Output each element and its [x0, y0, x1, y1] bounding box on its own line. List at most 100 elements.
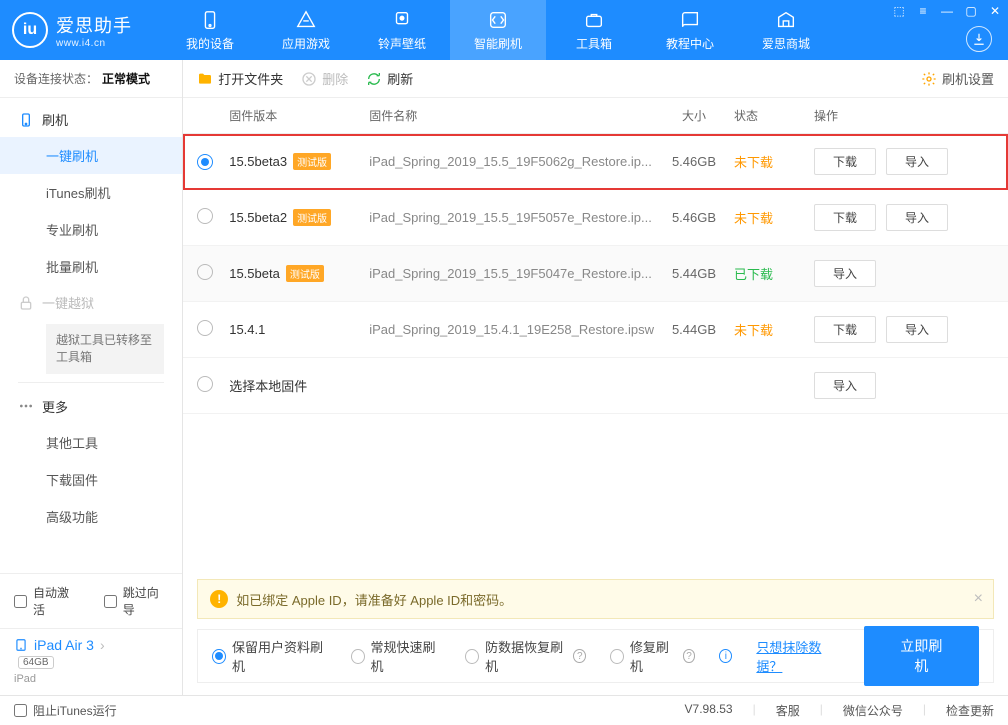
firmware-size: 5.46GB	[654, 210, 734, 225]
tablet-icon	[14, 638, 28, 652]
maximize-icon[interactable]: ▢	[964, 4, 978, 18]
folder-icon	[197, 71, 213, 87]
flash-settings-button[interactable]: 刷机设置	[921, 69, 994, 88]
firmware-status: 未下载	[734, 208, 814, 227]
nav-icon	[487, 9, 509, 31]
nav-icon	[391, 9, 413, 31]
sidebar-more-0[interactable]: 其他工具	[0, 424, 182, 461]
firmware-version: 15.5beta2 测试版	[229, 209, 369, 226]
sidebar: 设备连接状态：正常模式 刷机 一键刷机iTunes刷机专业刷机批量刷机 一键越狱…	[0, 60, 183, 695]
opt-keep-data[interactable]: 保留用户资料刷机	[212, 637, 326, 675]
help-icon[interactable]: ?	[573, 649, 586, 663]
minimize-icon[interactable]: —	[940, 4, 954, 18]
firmware-row[interactable]: 15.4.1iPad_Spring_2019_15.4.1_19E258_Res…	[183, 302, 1008, 358]
opt-antidel[interactable]: 防数据恢复刷机?	[465, 637, 586, 675]
statusbar: 阻止iTunes运行 V7.98.53 | 客服 | 微信公众号 | 检查更新	[0, 695, 1008, 725]
firmware-version: 15.5beta3 测试版	[229, 153, 369, 170]
menu-icon[interactable]: ≡	[916, 4, 930, 18]
logo-icon: iu	[12, 12, 48, 48]
sb-wechat[interactable]: 微信公众号	[843, 702, 903, 719]
firmware-row[interactable]: 15.5beta 测试版iPad_Spring_2019_15.5_19F504…	[183, 246, 1008, 302]
dots-icon	[18, 398, 34, 414]
nav-icon	[679, 9, 701, 31]
firmware-status: 未下载	[734, 152, 814, 171]
nav-2[interactable]: 铃声壁纸	[354, 0, 450, 60]
window-controls: ⬚ ≡ — ▢ ✕	[892, 4, 1002, 18]
download-button[interactable]: 下载	[814, 148, 876, 175]
import-button[interactable]: 导入	[886, 316, 948, 343]
auto-options: 自动激活 跳过向导	[0, 574, 182, 628]
close-hint-icon[interactable]: ×	[974, 590, 983, 608]
opt-repair[interactable]: 修复刷机?	[610, 637, 695, 675]
info-icon[interactable]: i	[719, 649, 732, 663]
delete-button[interactable]: 删除	[301, 69, 348, 88]
download-button[interactable]: 下载	[814, 204, 876, 231]
sidebar-group-more[interactable]: 更多	[0, 389, 182, 424]
nav-4[interactable]: 工具箱	[546, 0, 642, 60]
beta-badge: 测试版	[293, 153, 331, 170]
sidebar-more-1[interactable]: 下载固件	[0, 461, 182, 498]
grid-icon[interactable]: ⬚	[892, 4, 906, 18]
row-radio[interactable]	[197, 264, 213, 280]
sidebar-sub-1[interactable]: iTunes刷机	[0, 174, 182, 211]
beta-badge: 测试版	[286, 265, 324, 282]
erase-link[interactable]: 只想抹除数据？	[756, 637, 839, 675]
flash-now-button[interactable]: 立即刷机	[864, 626, 979, 686]
auto-activate-checkbox[interactable]	[14, 595, 27, 608]
sidebar-sub-0[interactable]: 一键刷机	[0, 137, 182, 174]
firmware-size: 5.44GB	[654, 322, 734, 337]
sb-update[interactable]: 检查更新	[946, 702, 994, 719]
gear-icon	[921, 71, 937, 87]
firmware-name: iPad_Spring_2019_15.5_19F5062g_Restore.i…	[369, 154, 654, 169]
download-manager-icon[interactable]	[966, 26, 992, 52]
row-radio[interactable]	[197, 376, 213, 392]
nav-6[interactable]: 爱思商城	[738, 0, 834, 60]
nav-0[interactable]: 我的设备	[162, 0, 258, 60]
help-icon[interactable]: ?	[683, 649, 696, 663]
row-radio[interactable]	[197, 208, 213, 224]
block-itunes-checkbox[interactable]	[14, 704, 27, 717]
sidebar-more-2[interactable]: 高级功能	[0, 498, 182, 535]
nav-icon	[295, 9, 317, 31]
firmware-version: 15.5beta 测试版	[229, 265, 369, 282]
firmware-name: iPad_Spring_2019_15.5_19F5057e_Restore.i…	[369, 210, 654, 225]
warning-icon: !	[210, 590, 228, 608]
close-icon[interactable]: ✕	[988, 4, 1002, 18]
sb-support[interactable]: 客服	[776, 702, 800, 719]
chevron-right-icon: ›	[100, 637, 105, 653]
sidebar-sub-2[interactable]: 专业刷机	[0, 211, 182, 248]
nav-1[interactable]: 应用游戏	[258, 0, 354, 60]
sidebar-group-jailbreak: 一键越狱	[0, 285, 182, 320]
skip-guide-checkbox[interactable]	[104, 595, 117, 608]
row-radio[interactable]	[197, 154, 213, 170]
firmware-name: iPad_Spring_2019_15.4.1_19E258_Restore.i…	[369, 322, 654, 337]
open-folder-button[interactable]: 打开文件夹	[197, 69, 283, 88]
nav-3[interactable]: 智能刷机	[450, 0, 546, 60]
row-radio[interactable]	[197, 320, 213, 336]
import-button[interactable]: 导入	[814, 372, 876, 399]
firmware-row[interactable]: 15.5beta3 测试版iPad_Spring_2019_15.5_19F50…	[183, 134, 1008, 190]
local-firmware-row[interactable]: 选择本地固件导入	[183, 358, 1008, 414]
import-button[interactable]: 导入	[886, 148, 948, 175]
sidebar-sub-3[interactable]: 批量刷机	[0, 248, 182, 285]
connection-status: 设备连接状态：正常模式	[0, 60, 182, 98]
table-header: 固件版本 固件名称 大小 状态 操作	[183, 98, 1008, 134]
toolbar: 打开文件夹 删除 刷新 刷机设置	[183, 60, 1008, 98]
firmware-size: 5.44GB	[654, 266, 734, 281]
jailbreak-note: 越狱工具已转移至工具箱	[46, 324, 164, 374]
nav-icon	[583, 9, 605, 31]
top-nav: 我的设备应用游戏铃声壁纸智能刷机工具箱教程中心爱思商城	[162, 0, 834, 60]
nav-5[interactable]: 教程中心	[642, 0, 738, 60]
lock-icon	[18, 295, 34, 311]
firmware-size: 5.46GB	[654, 154, 734, 169]
sidebar-group-flash[interactable]: 刷机	[0, 102, 182, 137]
opt-normal[interactable]: 常规快速刷机	[351, 637, 442, 675]
refresh-button[interactable]: 刷新	[366, 69, 413, 88]
titlebar: iu 爱思助手 www.i4.cn 我的设备应用游戏铃声壁纸智能刷机工具箱教程中…	[0, 0, 1008, 60]
device-card[interactable]: iPad Air 3 › 64GB iPad	[0, 628, 182, 695]
download-button[interactable]: 下载	[814, 316, 876, 343]
firmware-status: 已下载	[734, 264, 814, 283]
import-button[interactable]: 导入	[814, 260, 876, 287]
import-button[interactable]: 导入	[886, 204, 948, 231]
firmware-row[interactable]: 15.5beta2 测试版iPad_Spring_2019_15.5_19F50…	[183, 190, 1008, 246]
